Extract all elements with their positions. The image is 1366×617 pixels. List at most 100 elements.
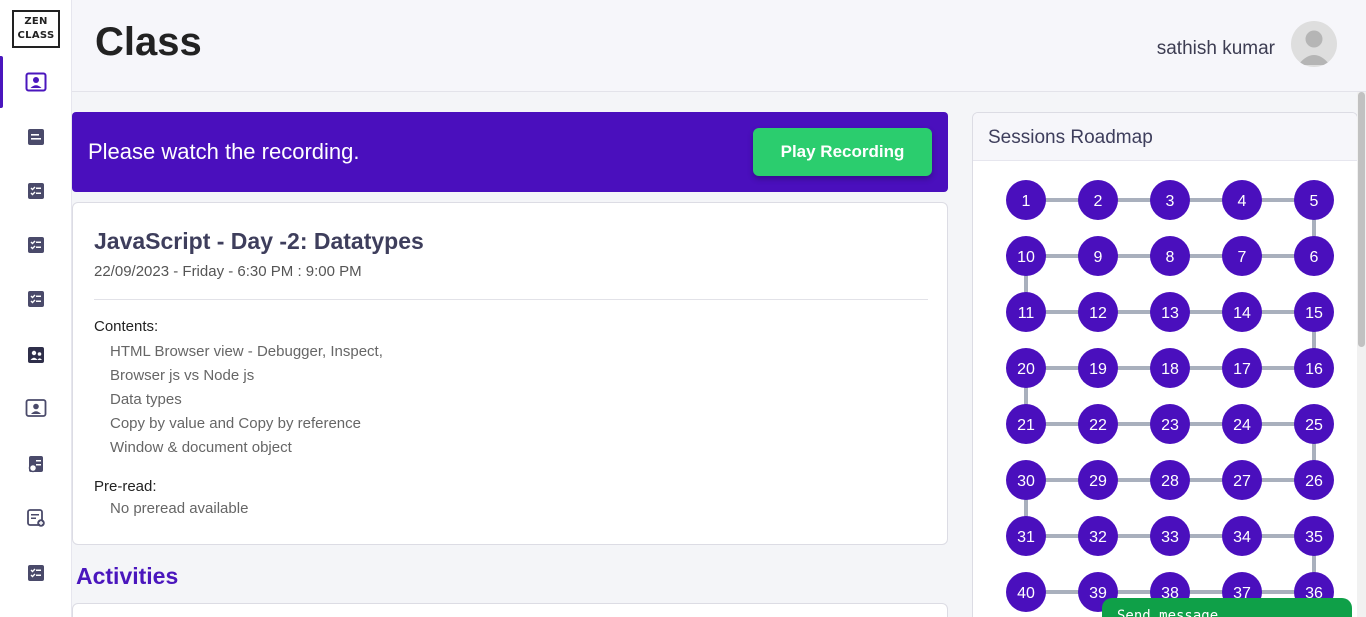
preread-text: No preread available — [110, 500, 249, 517]
session-node-label: 8 — [1166, 249, 1175, 266]
session-node-label: 10 — [1017, 249, 1035, 266]
session-node-label: 15 — [1305, 305, 1323, 322]
list-item: Data types — [110, 391, 182, 408]
session-node[interactable]: 25 — [1294, 404, 1334, 444]
class-date: 22/09/2023 - Friday - 6:30 PM : 9:00 PM — [94, 263, 362, 280]
session-node-label: 39 — [1089, 585, 1107, 602]
session-node[interactable]: 27 — [1222, 460, 1262, 500]
divider — [94, 299, 928, 300]
session-node-label: 32 — [1089, 529, 1107, 546]
user-settings-icon — [27, 509, 45, 527]
session-node-label: 31 — [1017, 529, 1035, 546]
recording-banner: Please watch the recording. Play Recordi… — [72, 112, 948, 192]
session-node[interactable]: 33 — [1150, 516, 1190, 556]
sidebar-item-leave[interactable] — [0, 547, 72, 599]
session-node-label: 20 — [1017, 361, 1035, 378]
sidebar-item-capstone[interactable] — [0, 273, 72, 325]
session-node-label: 34 — [1233, 529, 1251, 546]
session-node-label: 9 — [1094, 249, 1103, 266]
list-item: Copy by value and Copy by reference — [110, 415, 361, 432]
session-node[interactable]: 19 — [1078, 348, 1118, 388]
checklist-icon — [28, 291, 44, 307]
session-node-label: 4 — [1238, 193, 1247, 210]
session-node[interactable]: 20 — [1006, 348, 1046, 388]
sidebar-item-dashboard[interactable] — [0, 111, 72, 163]
session-node[interactable]: 26 — [1294, 460, 1334, 500]
session-node-label: 40 — [1017, 585, 1035, 602]
contents-label: Contents: — [94, 318, 159, 335]
scrollbar-thumb[interactable] — [1358, 92, 1365, 347]
id-card-icon — [25, 399, 47, 417]
document-icon — [28, 129, 44, 145]
list-item: Window & document object — [110, 439, 292, 456]
checklist-icon — [28, 183, 44, 199]
session-node[interactable]: 6 — [1294, 236, 1334, 276]
session-node[interactable]: 23 — [1150, 404, 1190, 444]
session-node[interactable]: 7 — [1222, 236, 1262, 276]
session-node[interactable]: 10 — [1006, 236, 1046, 276]
session-node[interactable]: 40 — [1006, 572, 1046, 612]
session-node[interactable]: 32 — [1078, 516, 1118, 556]
activities-title: Activities — [76, 563, 179, 589]
session-node-label: 27 — [1233, 473, 1251, 490]
session-node-label: 6 — [1310, 249, 1319, 266]
checklist-icon — [28, 237, 44, 253]
session-node[interactable]: 29 — [1078, 460, 1118, 500]
session-node[interactable]: 11 — [1006, 292, 1046, 332]
sidebar-item-tasks[interactable] — [0, 165, 72, 217]
sidebar-item-portfolio[interactable] — [0, 492, 72, 544]
session-node-label: 28 — [1161, 473, 1179, 490]
sessions-roadmap: Sessions Roadmap 1 2 3 4 5 10 9 8 7 6 11 12 13 14 15 20… — [972, 112, 1358, 617]
zen-class-logo[interactable]: ZEN CLASS — [12, 10, 60, 48]
avatar[interactable] — [1291, 21, 1337, 67]
session-node[interactable]: 30 — [1006, 460, 1046, 500]
session-node[interactable]: 31 — [1006, 516, 1046, 556]
sidebar-item-webcode[interactable] — [0, 219, 72, 271]
user-name[interactable]: sathish kumar — [1157, 38, 1275, 60]
session-node[interactable]: 28 — [1150, 460, 1190, 500]
session-node[interactable]: 21 — [1006, 404, 1046, 444]
session-node[interactable]: 4 — [1222, 180, 1262, 220]
session-node[interactable]: 5 — [1294, 180, 1334, 220]
class-icon — [25, 72, 47, 92]
session-node-label: 24 — [1233, 417, 1251, 434]
session-node[interactable]: 16 — [1294, 348, 1334, 388]
session-node-label: 22 — [1089, 417, 1107, 434]
session-node-label: 33 — [1161, 529, 1179, 546]
session-node[interactable]: 18 — [1150, 348, 1190, 388]
session-node[interactable]: 35 — [1294, 516, 1334, 556]
session-node[interactable]: 1 — [1006, 180, 1046, 220]
sidebar-item-class[interactable] — [0, 56, 72, 108]
send-message-label: Send message — [1117, 608, 1219, 617]
page-header: Class sathish kumar — [72, 0, 1366, 92]
sidebar-item-queries[interactable] — [0, 329, 72, 381]
send-message-widget[interactable]: Send message — [1102, 598, 1352, 617]
session-node[interactable]: 34 — [1222, 516, 1262, 556]
session-node[interactable]: 2 — [1078, 180, 1118, 220]
session-node[interactable]: 3 — [1150, 180, 1190, 220]
session-node-label: 19 — [1089, 361, 1107, 378]
session-node[interactable]: 17 — [1222, 348, 1262, 388]
session-node-label: 1 — [1022, 193, 1031, 210]
certificate-icon — [28, 456, 43, 473]
sidebar-item-profile[interactable] — [0, 382, 72, 434]
session-node-label: 5 — [1310, 193, 1319, 210]
session-node-label: 7 — [1238, 249, 1247, 266]
session-node-label: 2 — [1094, 193, 1103, 210]
session-node-label: 26 — [1305, 473, 1323, 490]
preread-label: Pre-read: — [94, 478, 157, 495]
banner-message: Please watch the recording. — [88, 139, 360, 164]
sidebar-item-requirements[interactable] — [0, 438, 72, 490]
session-node[interactable]: 15 — [1294, 292, 1334, 332]
play-recording-button[interactable]: Play Recording — [753, 128, 932, 176]
session-node[interactable]: 24 — [1222, 404, 1262, 444]
session-node[interactable]: 9 — [1078, 236, 1118, 276]
session-node[interactable]: 8 — [1150, 236, 1190, 276]
session-node[interactable]: 22 — [1078, 404, 1118, 444]
session-node[interactable]: 12 — [1078, 292, 1118, 332]
logo-line-2: CLASS — [17, 30, 55, 41]
session-node[interactable]: 14 — [1222, 292, 1262, 332]
session-node-label: 21 — [1017, 417, 1035, 434]
session-node[interactable]: 13 — [1150, 292, 1190, 332]
logo-line-1: ZEN — [24, 16, 48, 27]
